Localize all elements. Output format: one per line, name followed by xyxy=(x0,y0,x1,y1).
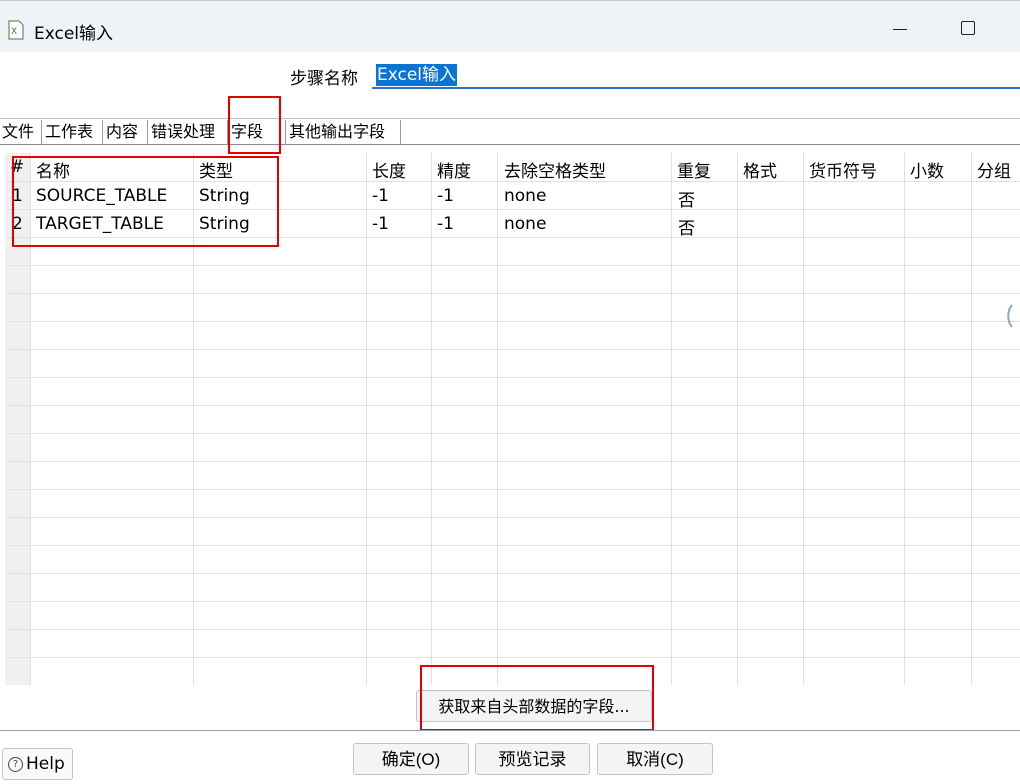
cancel-button[interactable]: 取消(C) xyxy=(597,743,713,775)
row-divider xyxy=(5,601,1020,602)
step-name-value[interactable]: Excel输入 xyxy=(376,64,458,86)
step-name-input[interactable] xyxy=(372,61,1020,89)
table-cell-precision[interactable]: -1 xyxy=(437,186,454,206)
minimize-button[interactable] xyxy=(880,11,926,47)
table-cell-trim-type[interactable]: none xyxy=(504,186,546,206)
column-header-group[interactable]: 分组 xyxy=(977,157,1011,182)
column-divider xyxy=(671,153,672,685)
fields-table[interactable]: # 名称 类型 长度 精度 去除空格类型 重复 格式 货币符号 小数 分组 1 … xyxy=(5,153,1020,685)
row-divider xyxy=(5,349,1020,350)
column-divider xyxy=(497,153,498,685)
row-divider xyxy=(5,657,1020,658)
column-divider xyxy=(193,153,194,685)
column-divider xyxy=(971,153,972,685)
row-divider xyxy=(5,545,1020,546)
row-divider xyxy=(5,237,1020,238)
row-divider xyxy=(5,265,1020,266)
table-cell-type[interactable]: String xyxy=(199,214,250,234)
step-name-label: 步骤名称 xyxy=(290,69,358,89)
row-divider xyxy=(5,209,1020,210)
column-divider xyxy=(737,153,738,685)
row-divider xyxy=(5,461,1020,462)
row-divider xyxy=(5,377,1020,378)
row-divider xyxy=(5,405,1020,406)
help-label: Help xyxy=(26,754,65,774)
tab-error-handling[interactable]: 错误处理 xyxy=(151,120,215,144)
title-bar: X Excel输入 xyxy=(0,0,1020,52)
table-cell-length[interactable]: -1 xyxy=(372,214,389,234)
svg-text:X: X xyxy=(11,27,17,37)
bottom-divider xyxy=(0,730,1020,731)
table-header: # 名称 类型 长度 精度 去除空格类型 重复 格式 货币符号 小数 分组 xyxy=(5,153,1020,182)
help-button[interactable]: ? Help xyxy=(2,748,73,780)
ok-button[interactable]: 确定(O) xyxy=(353,743,469,775)
resize-handle-icon[interactable] xyxy=(1006,303,1014,329)
row-divider xyxy=(5,433,1020,434)
preview-records-button[interactable]: 预览记录 xyxy=(475,743,590,775)
tab-separator xyxy=(227,120,228,144)
tab-fields[interactable]: 字段 xyxy=(231,120,263,144)
excel-input-icon: X xyxy=(8,20,24,40)
row-divider xyxy=(5,573,1020,574)
column-header-decimal[interactable]: 小数 xyxy=(910,157,944,182)
tab-separator xyxy=(400,120,401,144)
maximize-button[interactable] xyxy=(946,11,992,47)
tab-content[interactable]: 内容 xyxy=(106,120,138,144)
tab-separator xyxy=(285,120,286,144)
tab-other-output-fields[interactable]: 其他输出字段 xyxy=(289,120,385,144)
column-header-type[interactable]: 类型 xyxy=(199,157,233,182)
column-divider xyxy=(904,153,905,685)
column-header-currency[interactable]: 货币符号 xyxy=(809,157,877,182)
column-divider xyxy=(431,153,432,685)
table-cell-index: 2 xyxy=(12,214,23,234)
tab-worksheet[interactable]: 工作表 xyxy=(45,120,93,144)
table-cell-trim-type[interactable]: none xyxy=(504,214,546,234)
help-icon: ? xyxy=(8,757,23,772)
window-title: Excel输入 xyxy=(34,24,114,44)
column-header-index[interactable]: # xyxy=(10,157,24,177)
column-divider xyxy=(366,153,367,685)
tab-file[interactable]: 文件 xyxy=(2,120,34,144)
table-cell-length[interactable]: -1 xyxy=(372,186,389,206)
column-header-format[interactable]: 格式 xyxy=(743,157,777,182)
column-header-repeat[interactable]: 重复 xyxy=(677,157,711,182)
column-divider xyxy=(30,153,31,685)
column-divider xyxy=(803,153,804,685)
column-header-trim-type[interactable]: 去除空格类型 xyxy=(504,157,606,182)
table-cell-type[interactable]: String xyxy=(199,186,250,206)
column-header-name[interactable]: 名称 xyxy=(36,157,70,182)
tab-separator xyxy=(102,120,103,144)
table-cell-precision[interactable]: -1 xyxy=(437,214,454,234)
row-divider xyxy=(5,321,1020,322)
table-cell-repeat[interactable]: 否 xyxy=(678,186,695,211)
table-cell-repeat[interactable]: 否 xyxy=(678,214,695,239)
table-cell-index: 1 xyxy=(12,186,23,206)
row-divider xyxy=(5,629,1020,630)
row-divider xyxy=(5,489,1020,490)
row-divider xyxy=(5,517,1020,518)
tab-separator xyxy=(41,120,42,144)
tab-separator xyxy=(147,120,148,144)
tab-divider xyxy=(0,144,1020,145)
column-header-length[interactable]: 长度 xyxy=(372,157,406,182)
table-cell-name[interactable]: SOURCE_TABLE xyxy=(36,186,167,206)
column-header-precision[interactable]: 精度 xyxy=(437,157,471,182)
get-fields-from-header-button[interactable]: 获取来自头部数据的字段... xyxy=(416,690,652,722)
table-cell-name[interactable]: TARGET_TABLE xyxy=(36,214,164,234)
row-divider xyxy=(5,293,1020,294)
